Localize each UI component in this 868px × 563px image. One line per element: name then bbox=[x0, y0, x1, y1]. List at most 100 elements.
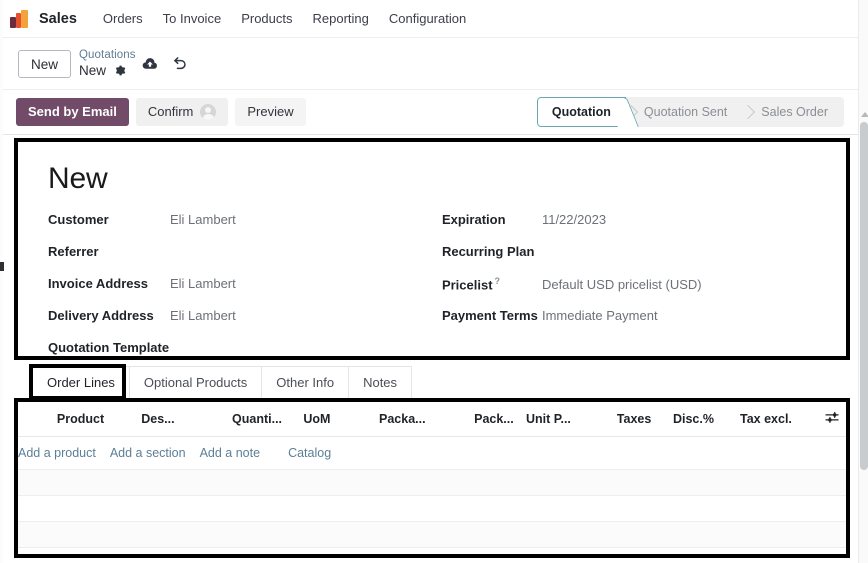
field-referrer-label: Referrer bbox=[48, 244, 99, 259]
tab-optional-products[interactable]: Optional Products bbox=[128, 366, 263, 398]
odoo-sales-quotation-screen: Sales Orders To Invoice Products Reporti… bbox=[0, 0, 868, 563]
new-button[interactable]: New bbox=[18, 49, 72, 78]
confirm-button-label: Confirm bbox=[147, 104, 194, 119]
form-statusbar: Send by Email Confirm Preview Quotation … bbox=[0, 90, 858, 135]
table-cell-empty bbox=[18, 469, 846, 496]
col-discount[interactable]: Disc.% bbox=[672, 402, 740, 437]
form-sheet: New Customer Eli Lambert Referrer Invoic… bbox=[18, 142, 846, 356]
form-left-column: Customer Eli Lambert Referrer Invoice Ad… bbox=[36, 212, 438, 372]
field-customer-value[interactable]: Eli Lambert bbox=[170, 212, 236, 227]
status-pipeline: Quotation Quotation Sent Sales Order bbox=[536, 97, 844, 127]
app-menu-bar: Sales Orders To Invoice Products Reporti… bbox=[0, 0, 858, 38]
menu-item-reporting[interactable]: Reporting bbox=[303, 7, 379, 30]
field-quotation-template-label: Quotation Template bbox=[48, 340, 170, 355]
col-handle bbox=[18, 402, 57, 437]
col-pack-qty[interactable]: Pack... bbox=[474, 402, 526, 437]
page-title: New bbox=[48, 162, 108, 195]
col-description[interactable]: Des... bbox=[141, 402, 233, 437]
menu-item-to-invoice[interactable]: To Invoice bbox=[153, 7, 232, 30]
form-fields: Customer Eli Lambert Referrer Invoice Ad… bbox=[36, 212, 828, 372]
add-a-note-link[interactable]: Add a note bbox=[200, 446, 260, 460]
breadcrumb: Quotations New bbox=[79, 49, 136, 79]
confirm-button[interactable]: Confirm bbox=[135, 98, 229, 126]
left-edge-strip bbox=[0, 0, 3, 563]
status-stage-sales-order[interactable]: Sales Order bbox=[743, 97, 844, 127]
cloud-upload-icon[interactable] bbox=[142, 57, 158, 71]
order-lines-action-cell: Add a product Add a section Add a note C… bbox=[18, 436, 846, 470]
control-panel: New Quotations New bbox=[0, 38, 858, 90]
col-uom[interactable]: UoM bbox=[303, 402, 379, 437]
field-delivery-address: Delivery Address Eli Lambert bbox=[48, 308, 438, 340]
field-payment-terms-value[interactable]: Immediate Payment bbox=[542, 308, 658, 323]
field-customer: Customer Eli Lambert bbox=[48, 212, 438, 244]
control-panel-icons bbox=[142, 56, 188, 71]
field-invoice-address-label: Invoice Address bbox=[48, 276, 148, 291]
sales-bars-icon bbox=[10, 9, 30, 29]
undo-icon[interactable] bbox=[172, 56, 188, 71]
field-pricelist: Pricelist? Default USD pricelist (USD) bbox=[442, 276, 828, 308]
send-by-email-button[interactable]: Send by Email bbox=[16, 98, 129, 126]
field-recurring-plan-label: Recurring Plan bbox=[441, 244, 535, 259]
order-lines-action-links: Add a product Add a section Add a note C… bbox=[18, 446, 846, 460]
field-delivery-address-label: Delivery Address bbox=[48, 308, 154, 323]
order-lines-annotation-box: Product Des... Quanti... UoM Packa... Pa… bbox=[14, 398, 850, 558]
field-expiration-label: Expiration bbox=[441, 212, 506, 227]
field-expiration: Expiration 11/22/2023 bbox=[442, 212, 828, 244]
tab-other-info[interactable]: Other Info bbox=[261, 366, 350, 398]
order-lines-table: Product Des... Quanti... UoM Packa... Pa… bbox=[18, 402, 846, 554]
field-customer-label: Customer bbox=[48, 212, 109, 227]
preview-button[interactable]: Preview bbox=[235, 98, 306, 126]
menu-item-products[interactable]: Products bbox=[231, 7, 302, 30]
field-invoice-address: Invoice Address Eli Lambert bbox=[48, 276, 438, 308]
scrollbar-up-arrow-icon[interactable] bbox=[861, 112, 868, 117]
field-recurring-plan: Recurring Plan bbox=[442, 244, 828, 276]
col-product[interactable]: Product bbox=[56, 402, 142, 437]
vertical-scrollbar[interactable] bbox=[858, 0, 868, 563]
col-tax-excl[interactable]: Tax excl. bbox=[740, 402, 816, 437]
breadcrumb-parent-quotations[interactable]: Quotations bbox=[79, 49, 136, 62]
help-question-icon[interactable]: ? bbox=[495, 276, 501, 286]
table-row[interactable] bbox=[18, 469, 846, 496]
col-unit-price[interactable]: Unit P... bbox=[525, 402, 617, 437]
menu-item-configuration[interactable]: Configuration bbox=[379, 7, 476, 30]
table-row[interactable] bbox=[18, 547, 846, 554]
add-a-product-link[interactable]: Add a product bbox=[18, 446, 96, 460]
order-lines-header-row: Product Des... Quanti... UoM Packa... Pa… bbox=[18, 402, 846, 437]
field-referrer: Referrer bbox=[48, 244, 438, 276]
status-stage-quotation[interactable]: Quotation bbox=[536, 97, 626, 127]
avatar-icon bbox=[200, 104, 217, 120]
catalog-link[interactable]: Catalog bbox=[288, 446, 331, 460]
col-taxes[interactable]: Taxes bbox=[616, 402, 673, 437]
field-pricelist-value[interactable]: Default USD pricelist (USD) bbox=[542, 277, 702, 292]
field-pricelist-label-text: Pricelist bbox=[441, 277, 493, 293]
sliders-icon bbox=[825, 411, 840, 427]
field-pricelist-label: Pricelist? bbox=[442, 276, 542, 292]
table-cell-empty bbox=[18, 495, 846, 522]
table-row[interactable] bbox=[18, 521, 846, 548]
left-edge-marker bbox=[0, 262, 4, 271]
table-cell-empty bbox=[18, 547, 846, 554]
field-payment-terms-label: Payment Terms bbox=[441, 308, 538, 323]
field-delivery-address-value[interactable]: Eli Lambert bbox=[170, 308, 236, 323]
optional-columns-button[interactable] bbox=[815, 402, 846, 437]
notebook-tabs: Order Lines Optional Products Other Info… bbox=[32, 366, 413, 398]
order-lines-action-row: Add a product Add a section Add a note C… bbox=[18, 436, 846, 470]
tab-order-lines[interactable]: Order Lines bbox=[32, 366, 130, 398]
field-expiration-value[interactable]: 11/22/2023 bbox=[542, 212, 606, 227]
scrollbar-thumb[interactable] bbox=[860, 122, 868, 470]
col-packaging[interactable]: Packa... bbox=[379, 402, 475, 437]
field-payment-terms: Payment Terms Immediate Payment bbox=[442, 308, 828, 340]
table-cell-empty bbox=[18, 521, 846, 548]
field-invoice-address-value[interactable]: Eli Lambert bbox=[170, 276, 236, 291]
table-row[interactable] bbox=[18, 495, 846, 522]
tab-notes[interactable]: Notes bbox=[348, 366, 413, 398]
col-quantity[interactable]: Quanti... bbox=[232, 402, 304, 437]
gear-icon[interactable] bbox=[113, 64, 126, 77]
form-right-column: Expiration 11/22/2023 Recurring Plan Pri… bbox=[438, 212, 828, 372]
app-name-label[interactable]: Sales bbox=[39, 11, 77, 27]
breadcrumb-current-new: New bbox=[79, 62, 107, 78]
form-sheet-annotation-box: New Customer Eli Lambert Referrer Invoic… bbox=[14, 138, 850, 360]
menu-item-orders[interactable]: Orders bbox=[93, 7, 153, 30]
add-a-section-link[interactable]: Add a section bbox=[110, 446, 186, 460]
status-stage-quotation-sent[interactable]: Quotation Sent bbox=[626, 97, 743, 127]
